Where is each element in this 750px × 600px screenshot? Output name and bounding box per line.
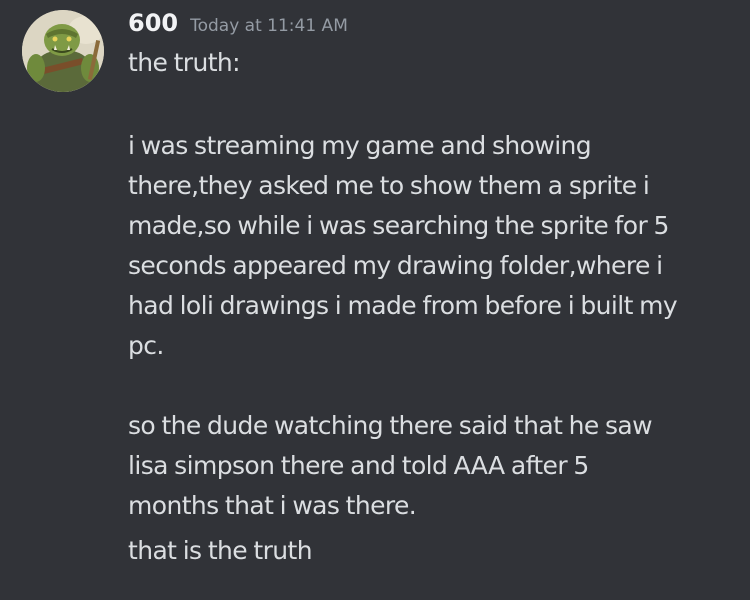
message-line: pc. [128,331,164,360]
message-paragraph-2: i was streaming my game and showing ther… [128,126,728,366]
message-paragraph-3: so the dude watching there said that he … [128,406,728,526]
chat-message: 600 Today at 11:41 AM the truth: i was s… [0,0,750,600]
message-line: i was streaming my game and showing [128,131,592,160]
message-timestamp: Today at 11:41 AM [190,16,348,36]
message-line: so the dude watching there said that he … [128,411,653,440]
message-line: seconds appeared my drawing folder,where… [128,251,663,280]
message-line: had loli drawings i made from before i b… [128,291,678,320]
message-paragraph-4: that is the truth [128,531,728,571]
message-line: months that i was there. [128,491,417,520]
user-avatar[interactable] [22,10,104,92]
author-name[interactable]: 600 [128,9,178,37]
message-line: that is the truth [128,536,313,565]
message-line: the truth: [128,48,241,77]
message-line: made,so while i was searching the sprite… [128,211,669,240]
message-paragraph-1: the truth: [128,43,728,83]
message-line: there,they asked me to show them a sprit… [128,171,650,200]
message-header: 600 Today at 11:41 AM [128,9,348,41]
message-line: lisa simpson there and told AAA after 5 [128,451,589,480]
ogre-warrior-avatar-icon [22,10,104,92]
